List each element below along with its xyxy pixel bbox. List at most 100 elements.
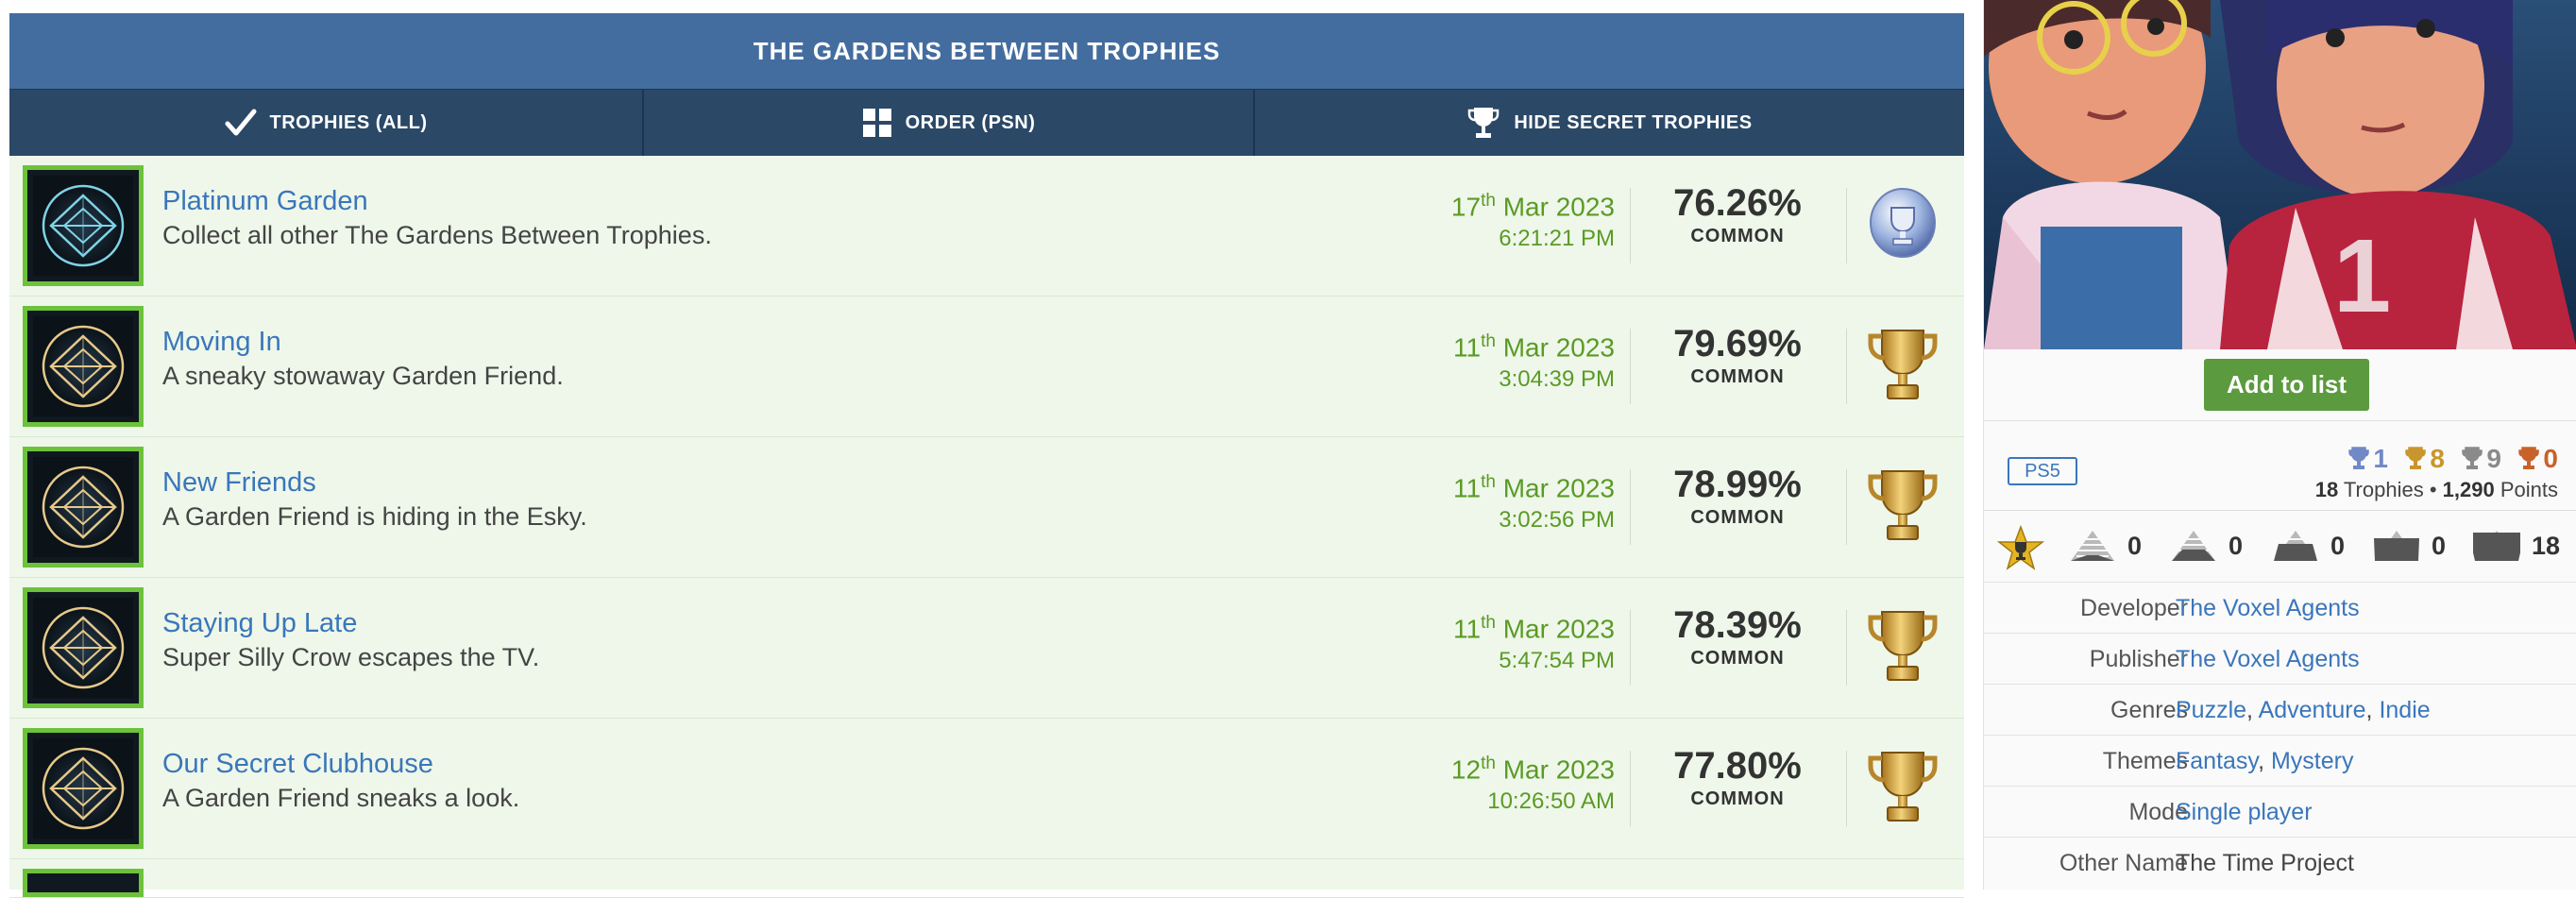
tab-hide-secret-label: HIDE SECRET TROPHIES [1514,111,1753,133]
trophy-earned-time: 10:26:50 AM [1487,788,1615,815]
trophy-name-link[interactable]: New Friends [162,466,587,500]
divider [1630,610,1631,686]
rank-pyramid-icon [2473,531,2520,561]
checkmark-icon [225,109,256,136]
themes-link[interactable]: Fantasy [2176,748,2258,774]
tab-trophies-all[interactable]: TROPHIES (ALL) [9,90,644,156]
tab-hide-secret-trophies[interactable]: HIDE SECRET TROPHIES [1255,90,1964,156]
gold-trophy-icon [2405,447,2427,469]
silver-trophy-icon [2462,447,2483,469]
divider [1846,188,1847,263]
trophy-image[interactable] [23,306,144,427]
platinum-trophy-icon [1870,188,1936,258]
trophy-name-link[interactable]: Moving In [162,325,564,359]
trophy-description: Collect all other The Gardens Between Tr… [162,221,712,249]
cover-illustration: 1 [1984,0,2576,349]
info-row-other-name: Other Name The Time Project [1984,837,2576,889]
rank-tier-count: 0 [2069,529,2142,563]
trophy-row-partial [9,859,1964,898]
info-row-publisher: Publisher The Voxel Agents [1984,633,2576,685]
trophy-row: Moving In A sneaky stowaway Garden Frien… [9,297,1964,437]
filter-tab-bar: TROPHIES (ALL) ORDER (PSN) HIDE SECRET T… [9,89,1964,156]
trophy-emblem-icon [42,325,125,408]
trophy-image[interactable] [23,447,144,568]
trophy-earned-time: 3:02:56 PM [1499,507,1615,534]
platinum-trophy-icon [2348,447,2370,469]
gold-count: 8 [2405,444,2445,474]
bronze-count: 0 [2518,444,2558,474]
trophy-image[interactable] [23,165,144,286]
trophy-rarity: 77.80% COMMON [1643,743,1832,810]
divider [1846,469,1847,545]
divider [1630,329,1631,404]
trophy-emblem-icon [42,747,125,830]
rarity-percent: 78.99% [1673,464,1802,505]
trophy-description: Super Silly Crow escapes the TV. [162,643,540,671]
mode-link[interactable]: Single player [2176,799,2313,825]
divider [1846,329,1847,404]
rank-tier-count: 0 [2373,529,2446,563]
themes-link[interactable]: Mystery [2271,748,2354,774]
rank-pyramid-icon [2374,531,2419,561]
trophy-image[interactable] [23,728,144,849]
divider [1630,751,1631,826]
trophy-rarity: 78.99% COMMON [1643,462,1832,529]
rank-tier-count: 18 [2473,529,2560,563]
trophy-rarity: 79.69% COMMON [1643,321,1832,388]
star-trophy-badge-icon [1997,525,2044,570]
developer-link[interactable]: The Voxel Agents [2176,595,2360,621]
gold-trophy-icon [1868,611,1938,681]
developer-label: Developer [2080,595,2188,621]
trophy-name-link[interactable]: Staying Up Late [162,606,539,640]
publisher-link[interactable]: The Voxel Agents [2176,646,2360,672]
info-row-developer: Developer The Voxel Agents [1984,582,2576,634]
trophy-earned-date: 11th Mar 2023 5:47:54 PM [1453,606,1615,676]
rarity-label: COMMON [1690,366,1785,387]
info-row-mode: Mode Single player [1984,786,2576,838]
trophy-rarity: 76.26% COMMON [1643,180,1832,247]
divider [1630,469,1631,545]
trophy-rarity: 78.39% COMMON [1643,602,1832,669]
divider [1984,510,2576,511]
rarity-label: COMMON [1690,788,1785,809]
platinum-count: 1 [2348,444,2388,474]
trophy-type-badge [1860,182,1945,267]
bronze-trophy-icon [2518,447,2540,469]
trophy-earned-date: 12th Mar 2023 10:26:50 AM [1451,747,1615,817]
add-to-list-button[interactable]: Add to list [2204,359,2369,411]
rank-tier-count: 0 [2272,529,2345,563]
trophy-image[interactable] [23,587,144,708]
trophy-name-link[interactable]: Platinum Garden [162,184,712,218]
trophy-list-title: THE GARDENS BETWEEN TROPHIES [9,13,1964,89]
trophy-emblem-icon [42,466,125,549]
trophy-name-link[interactable]: Our Secret Clubhouse [162,747,519,781]
genres-link[interactable]: Adventure [2259,697,2366,723]
grid-icon [862,109,891,137]
trophy-rows: Platinum Garden Collect all other The Ga… [9,156,1964,859]
silver-count: 9 [2462,444,2501,474]
trophy-points-summary: 18 Trophies • 1,290 Points [2314,478,2558,501]
trophy-description: A Garden Friend sneaks a look. [162,784,520,812]
trophy-row: Staying Up Late Super Silly Crow escapes… [9,578,1964,719]
rarity-label: COMMON [1690,648,1785,669]
genres-link[interactable]: Puzzle [2176,697,2246,723]
divider [1846,751,1847,826]
rank-pyramid-icon [2172,531,2215,561]
gold-trophy-icon [1868,470,1938,540]
trophy-type-badge [1860,323,1945,408]
publisher-label: Publisher [2089,646,2188,672]
platform-badge: PS5 [2008,457,2077,485]
trophy-earned-time: 5:47:54 PM [1499,648,1615,674]
trophy-description: A sneaky stowaway Garden Friend. [162,362,564,390]
other-name-value: The Time Project [2176,850,2354,876]
rank-tier-count: 0 [2170,529,2243,563]
rarity-label: COMMON [1690,507,1785,528]
trophy-earned-time: 6:21:21 PM [1499,226,1615,252]
completion-ranks: 0 0 0 0 18 [1984,517,2576,582]
tab-order-psn[interactable]: ORDER (PSN) [644,90,1255,156]
trophy-description: A Garden Friend is hiding in the Esky. [162,502,587,531]
rarity-label: COMMON [1690,226,1785,246]
trophy-earned-date: 11th Mar 2023 3:04:39 PM [1453,325,1615,395]
trophy-type-badge [1860,464,1945,549]
genres-link[interactable]: Indie [2379,697,2430,723]
